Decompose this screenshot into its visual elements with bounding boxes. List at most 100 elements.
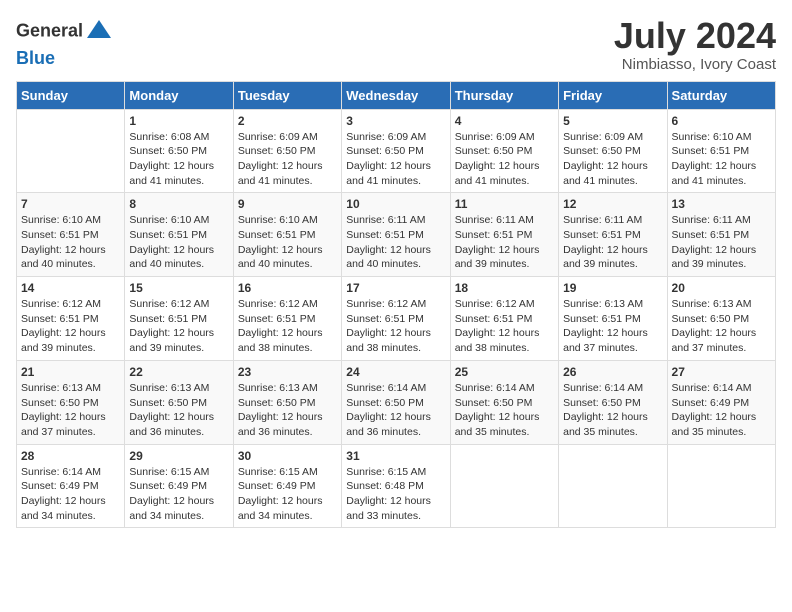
day-info: Sunrise: 6:13 AMSunset: 6:50 PMDaylight:… (21, 381, 120, 440)
calendar-cell: 4Sunrise: 6:09 AMSunset: 6:50 PMDaylight… (450, 109, 558, 193)
day-info: Sunrise: 6:14 AMSunset: 6:50 PMDaylight:… (346, 381, 445, 440)
day-info: Sunrise: 6:13 AMSunset: 6:51 PMDaylight:… (563, 297, 662, 356)
day-info: Sunrise: 6:14 AMSunset: 6:50 PMDaylight:… (563, 381, 662, 440)
logo-general-text: General (16, 21, 83, 41)
calendar-cell (667, 444, 775, 528)
calendar-cell: 16 Sunrise: 6:12 AMSunset: 6:51 PMDayligh… (233, 277, 341, 361)
day-number: 20 (672, 281, 771, 295)
calendar-cell: 31 Sunrise: 6:15 AMSunset: 6:48 PMDayligh… (342, 444, 450, 528)
day-info: Sunrise: 6:09 AMSunset: 6:50 PMDaylight:… (346, 130, 445, 189)
col-header-tuesday: Tuesday (233, 81, 341, 109)
day-number: 5 (563, 114, 662, 128)
day-number: 24 (346, 365, 445, 379)
day-number: 1 (129, 114, 228, 128)
day-info: Sunrise: 6:10 AMSunset: 6:51 PMDaylight:… (129, 213, 228, 272)
day-info: Sunrise: 6:12 AMSunset: 6:51 PMDaylight:… (238, 297, 337, 356)
day-info: Sunrise: 6:10 AMSunset: 6:51 PMDaylight:… (21, 213, 120, 272)
calendar-cell: 23Sunrise: 6:13 AMSunset: 6:50 PMDayligh… (233, 360, 341, 444)
day-info: Sunrise: 6:15 AMSunset: 6:48 PMDaylight:… (346, 465, 445, 524)
day-info: Sunrise: 6:11 AMSunset: 6:51 PMDaylight:… (672, 213, 771, 272)
day-info: Sunrise: 6:10 AMSunset: 6:51 PMDaylight:… (238, 213, 337, 272)
day-number: 30 (238, 449, 337, 463)
calendar-cell: 11 Sunrise: 6:11 AMSunset: 6:51 PMDayligh… (450, 193, 558, 277)
day-info: Sunrise: 6:08 AMSunset: 6:50 PMDaylight:… (129, 130, 228, 189)
calendar-cell: 14Sunrise: 6:12 AMSunset: 6:51 PMDayligh… (17, 277, 125, 361)
logo-blue-text: Blue (16, 48, 55, 68)
calendar-cell: 28Sunrise: 6:14 AMSunset: 6:49 PMDayligh… (17, 444, 125, 528)
day-number: 16 (238, 281, 337, 295)
calendar-cell: 7 Sunrise: 6:10 AMSunset: 6:51 PMDaylight… (17, 193, 125, 277)
day-info: Sunrise: 6:14 AMSunset: 6:50 PMDaylight:… (455, 381, 554, 440)
calendar-cell: 19Sunrise: 6:13 AMSunset: 6:51 PMDayligh… (559, 277, 667, 361)
day-info: Sunrise: 6:12 AMSunset: 6:51 PMDaylight:… (21, 297, 120, 356)
day-number: 23 (238, 365, 337, 379)
day-info: Sunrise: 6:12 AMSunset: 6:51 PMDaylight:… (455, 297, 554, 356)
calendar-cell: 2 Sunrise: 6:09 AMSunset: 6:50 PMDaylight… (233, 109, 341, 193)
calendar-week-row: 7 Sunrise: 6:10 AMSunset: 6:51 PMDaylight… (17, 193, 776, 277)
col-header-monday: Monday (125, 81, 233, 109)
calendar-cell: 30 Sunrise: 6:15 AMSunset: 6:49 PMDayligh… (233, 444, 341, 528)
location-title: Nimbiasso, Ivory Coast (614, 56, 776, 73)
calendar-cell: 13 Sunrise: 6:11 AMSunset: 6:51 PMDayligh… (667, 193, 775, 277)
day-number: 7 (21, 197, 120, 211)
day-info: Sunrise: 6:09 AMSunset: 6:50 PMDaylight:… (563, 130, 662, 189)
calendar-cell: 10 Sunrise: 6:11 AMSunset: 6:51 PMDayligh… (342, 193, 450, 277)
calendar-cell: 9Sunrise: 6:10 AMSunset: 6:51 PMDaylight… (233, 193, 341, 277)
calendar-cell: 21 Sunrise: 6:13 AMSunset: 6:50 PMDayligh… (17, 360, 125, 444)
day-number: 13 (672, 197, 771, 211)
calendar-cell: 3 Sunrise: 6:09 AMSunset: 6:50 PMDaylight… (342, 109, 450, 193)
calendar-cell: 1 Sunrise: 6:08 AMSunset: 6:50 PMDaylight… (125, 109, 233, 193)
day-info: Sunrise: 6:12 AMSunset: 6:51 PMDaylight:… (129, 297, 228, 356)
calendar-cell: 17 Sunrise: 6:12 AMSunset: 6:51 PMDayligh… (342, 277, 450, 361)
calendar-cell: 5 Sunrise: 6:09 AMSunset: 6:50 PMDaylight… (559, 109, 667, 193)
calendar-cell: 20 Sunrise: 6:13 AMSunset: 6:50 PMDayligh… (667, 277, 775, 361)
day-number: 31 (346, 449, 445, 463)
day-info: Sunrise: 6:15 AMSunset: 6:49 PMDaylight:… (129, 465, 228, 524)
calendar-cell (559, 444, 667, 528)
calendar-cell: 29Sunrise: 6:15 AMSunset: 6:49 PMDayligh… (125, 444, 233, 528)
day-number: 15 (129, 281, 228, 295)
col-header-thursday: Thursday (450, 81, 558, 109)
calendar-cell (450, 444, 558, 528)
month-title: July 2024 (614, 16, 776, 56)
day-info: Sunrise: 6:15 AMSunset: 6:49 PMDaylight:… (238, 465, 337, 524)
day-info: Sunrise: 6:13 AMSunset: 6:50 PMDaylight:… (672, 297, 771, 356)
day-number: 26 (563, 365, 662, 379)
day-info: Sunrise: 6:11 AMSunset: 6:51 PMDaylight:… (346, 213, 445, 272)
title-section: July 2024 Nimbiasso, Ivory Coast (614, 16, 776, 73)
calendar-cell: 24 Sunrise: 6:14 AMSunset: 6:50 PMDayligh… (342, 360, 450, 444)
day-number: 2 (238, 114, 337, 128)
day-info: Sunrise: 6:13 AMSunset: 6:50 PMDaylight:… (129, 381, 228, 440)
calendar-week-row: 14Sunrise: 6:12 AMSunset: 6:51 PMDayligh… (17, 277, 776, 361)
day-number: 8 (129, 197, 228, 211)
day-number: 11 (455, 197, 554, 211)
calendar-week-row: 21 Sunrise: 6:13 AMSunset: 6:50 PMDayligh… (17, 360, 776, 444)
calendar-week-row: 1 Sunrise: 6:08 AMSunset: 6:50 PMDaylight… (17, 109, 776, 193)
day-number: 25 (455, 365, 554, 379)
calendar-cell: 6Sunrise: 6:10 AMSunset: 6:51 PMDaylight… (667, 109, 775, 193)
calendar-cell: 26 Sunrise: 6:14 AMSunset: 6:50 PMDayligh… (559, 360, 667, 444)
col-header-friday: Friday (559, 81, 667, 109)
day-info: Sunrise: 6:11 AMSunset: 6:51 PMDaylight:… (563, 213, 662, 272)
day-info: Sunrise: 6:11 AMSunset: 6:51 PMDaylight:… (455, 213, 554, 272)
day-info: Sunrise: 6:09 AMSunset: 6:50 PMDaylight:… (238, 130, 337, 189)
day-info: Sunrise: 6:09 AMSunset: 6:50 PMDaylight:… (455, 130, 554, 189)
day-number: 17 (346, 281, 445, 295)
day-number: 3 (346, 114, 445, 128)
day-number: 18 (455, 281, 554, 295)
col-header-sunday: Sunday (17, 81, 125, 109)
calendar-cell: 27Sunrise: 6:14 AMSunset: 6:49 PMDayligh… (667, 360, 775, 444)
page-header: General Blue July 2024 Nimbiasso, Ivory … (16, 16, 776, 73)
day-number: 22 (129, 365, 228, 379)
day-number: 12 (563, 197, 662, 211)
col-header-wednesday: Wednesday (342, 81, 450, 109)
calendar-cell: 12 Sunrise: 6:11 AMSunset: 6:51 PMDayligh… (559, 193, 667, 277)
day-number: 10 (346, 197, 445, 211)
logo: General Blue (16, 16, 113, 69)
logo-icon (85, 16, 113, 44)
calendar-cell: 25 Sunrise: 6:14 AMSunset: 6:50 PMDayligh… (450, 360, 558, 444)
calendar-cell (17, 109, 125, 193)
calendar-cell: 15 Sunrise: 6:12 AMSunset: 6:51 PMDayligh… (125, 277, 233, 361)
day-info: Sunrise: 6:12 AMSunset: 6:51 PMDaylight:… (346, 297, 445, 356)
day-number: 21 (21, 365, 120, 379)
